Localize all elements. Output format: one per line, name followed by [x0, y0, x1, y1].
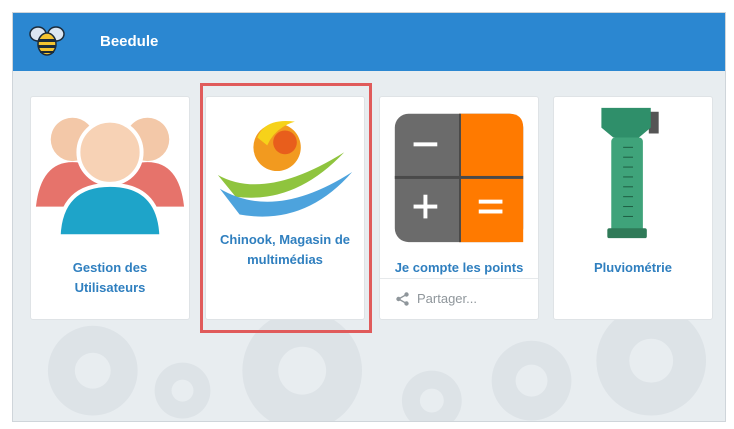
card-label[interactable]: Gestion des Utilisateurs — [39, 258, 181, 298]
card-label[interactable]: Chinook, Magasin de multimédias — [214, 230, 356, 270]
card-pluviometrie[interactable]: Pluviométrie — [553, 96, 713, 320]
top-bar: Beedule — [13, 13, 725, 71]
share-icon — [396, 292, 409, 306]
rain-gauge-icon — [601, 107, 659, 239]
app-window: Beedule Gestion des Utilisateurs Chinook… — [12, 12, 726, 422]
card-chinook[interactable]: Chinook, Magasin de multimédias — [205, 96, 365, 320]
app-title[interactable]: Beedule — [100, 33, 158, 50]
chinook-logo-icon — [217, 120, 353, 217]
users-icon — [35, 117, 185, 239]
card-label-line1[interactable]: Chinook, Magasin de — [220, 232, 350, 247]
card-gestion-utilisateurs[interactable]: Gestion des Utilisateurs — [30, 96, 190, 320]
card-je-compte-les-points[interactable]: Je compte les points Partager... — [379, 96, 539, 320]
card-label[interactable]: Je compte les points — [388, 258, 530, 278]
calculator-icon — [394, 113, 524, 243]
card-label-line2[interactable]: Utilisateurs — [75, 280, 146, 295]
bee-icon[interactable] — [28, 25, 66, 57]
share-row[interactable]: Partager... — [380, 278, 538, 321]
card-label-line1[interactable]: Gestion des — [73, 260, 147, 275]
card-label-line2[interactable]: multimédias — [247, 252, 323, 267]
card-label[interactable]: Pluviométrie — [562, 258, 704, 278]
share-label[interactable]: Partager... — [417, 291, 477, 306]
